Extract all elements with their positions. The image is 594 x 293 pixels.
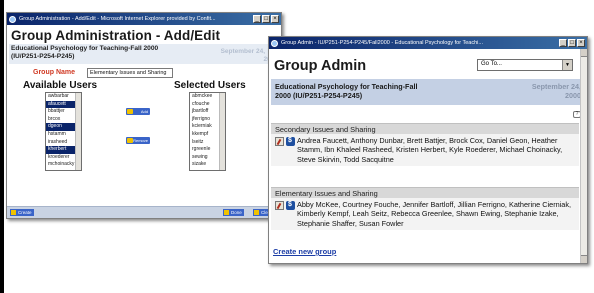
- edit-icon[interactable]: [275, 201, 284, 210]
- close-button[interactable]: ×: [577, 39, 585, 47]
- selected-users-label: Selected Users: [174, 80, 246, 91]
- group-admin-window: Group Admin - IU/P251-P254-P245/Fall2000…: [268, 36, 588, 264]
- group-section: Secondary Issues and Sharing Andrea Fauc…: [271, 123, 579, 166]
- course-date: September 24,: [531, 82, 581, 91]
- group-section: Elementary Issues and Sharing Abby McKee…: [271, 187, 579, 230]
- edit-icon[interactable]: [275, 137, 284, 146]
- title-bar[interactable]: Group Admin - IU/P251-P254-P245/Fall2000…: [269, 37, 587, 49]
- ie-icon: [271, 39, 278, 47]
- course-date: September 24,: [220, 48, 265, 55]
- list-scrollbar[interactable]: [219, 93, 225, 170]
- group-members: Abby McKee, Courtney Fouche, Jennifer Ba…: [271, 198, 579, 230]
- window-controls: _ □ ×: [559, 39, 585, 47]
- header: Group Admin Go To... ▼: [269, 49, 587, 79]
- page-title: Group Admin: [274, 58, 367, 74]
- available-users-list[interactable]: awbarbar afaucett bbattjer brcox dgeon h…: [45, 92, 82, 171]
- window-title: Group Admin - IU/P251-P254-P245/Fall2000…: [281, 40, 483, 46]
- create-new-group-link[interactable]: Create new group: [273, 247, 336, 256]
- page-title: Group Administration - Add/Edit: [11, 28, 221, 43]
- group-admin-add-edit-window: Group Administration - Add/Edit - Micros…: [6, 12, 282, 219]
- list-scrollbar[interactable]: [75, 93, 81, 170]
- footer-bar: Create Done Clear: [7, 206, 281, 218]
- email-group-icon[interactable]: [286, 200, 295, 210]
- vertical-scrollbar[interactable]: [580, 49, 587, 263]
- create-button[interactable]: Create: [10, 209, 34, 216]
- group-name: Elementary Issues and Sharing: [271, 187, 579, 198]
- goto-select-value: Go To...: [481, 61, 502, 67]
- add-button[interactable]: Add: [126, 108, 150, 115]
- course-band: Educational Psychology for Teaching-Fall…: [9, 42, 281, 64]
- maximize-button[interactable]: □: [568, 39, 576, 47]
- left-border-line: [0, 0, 4, 293]
- chevron-down-icon[interactable]: ▼: [562, 60, 572, 70]
- remove-button[interactable]: Remove: [126, 137, 150, 144]
- title-bar[interactable]: Group Administration - Add/Edit - Micros…: [7, 13, 281, 25]
- course-band: Educational Psychology for Teaching-Fall…: [271, 79, 585, 105]
- group-members: Andrea Faucett, Anthony Dunbar, Brett Ba…: [271, 134, 579, 166]
- minimize-button[interactable]: _: [559, 39, 567, 47]
- selected-users-list[interactable]: abmckee cfouche jbartloff jferrigno kcie…: [189, 92, 226, 171]
- email-group-icon[interactable]: [286, 136, 295, 146]
- group-member-list: Andrea Faucett, Anthony Dunbar, Brett Ba…: [297, 136, 563, 164]
- ie-icon: [9, 15, 16, 23]
- course-year: 2000: [565, 91, 581, 100]
- group-member-list: Abby McKee, Courtney Fouche, Jennifer Ba…: [297, 200, 572, 228]
- done-button[interactable]: Done: [223, 209, 244, 216]
- window-title: Group Administration - Add/Edit - Micros…: [19, 16, 216, 22]
- window-controls: _ □ ×: [253, 15, 279, 23]
- minimize-button[interactable]: _: [253, 15, 261, 23]
- available-users-label: Available Users: [23, 80, 98, 91]
- group-name-label: Group Name: [33, 69, 76, 76]
- course-name-line2: 2000 (IU/P251-P254-P245): [275, 91, 363, 100]
- close-button[interactable]: ×: [271, 15, 279, 23]
- group-name: Secondary Issues and Sharing: [271, 123, 579, 134]
- maximize-button[interactable]: □: [262, 15, 270, 23]
- goto-select[interactable]: Go To... ▼: [477, 59, 573, 71]
- group-name-input[interactable]: Elementary Issues and Sharing: [87, 68, 173, 78]
